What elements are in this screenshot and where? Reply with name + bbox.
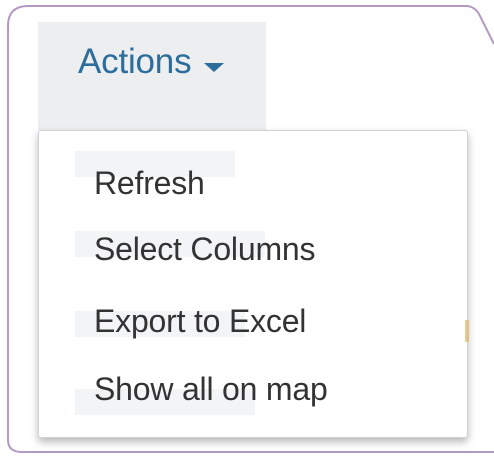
- background-accent-mark: [465, 320, 469, 342]
- actions-label: Actions: [78, 42, 192, 81]
- actions-dropdown-menu: Refresh Select Columns Export to Excel S…: [38, 130, 468, 438]
- menu-item-refresh[interactable]: Refresh: [94, 165, 205, 202]
- menu-item-export-to-excel[interactable]: Export to Excel: [94, 303, 306, 340]
- screenshot-stage: Actions Refresh Select Columns Export to…: [0, 0, 494, 456]
- actions-dropdown-button[interactable]: Actions: [38, 22, 266, 130]
- menu-item-show-all-on-map[interactable]: Show all on map: [94, 371, 328, 408]
- menu-item-select-columns[interactable]: Select Columns: [94, 231, 315, 268]
- caret-down-icon: [204, 63, 224, 72]
